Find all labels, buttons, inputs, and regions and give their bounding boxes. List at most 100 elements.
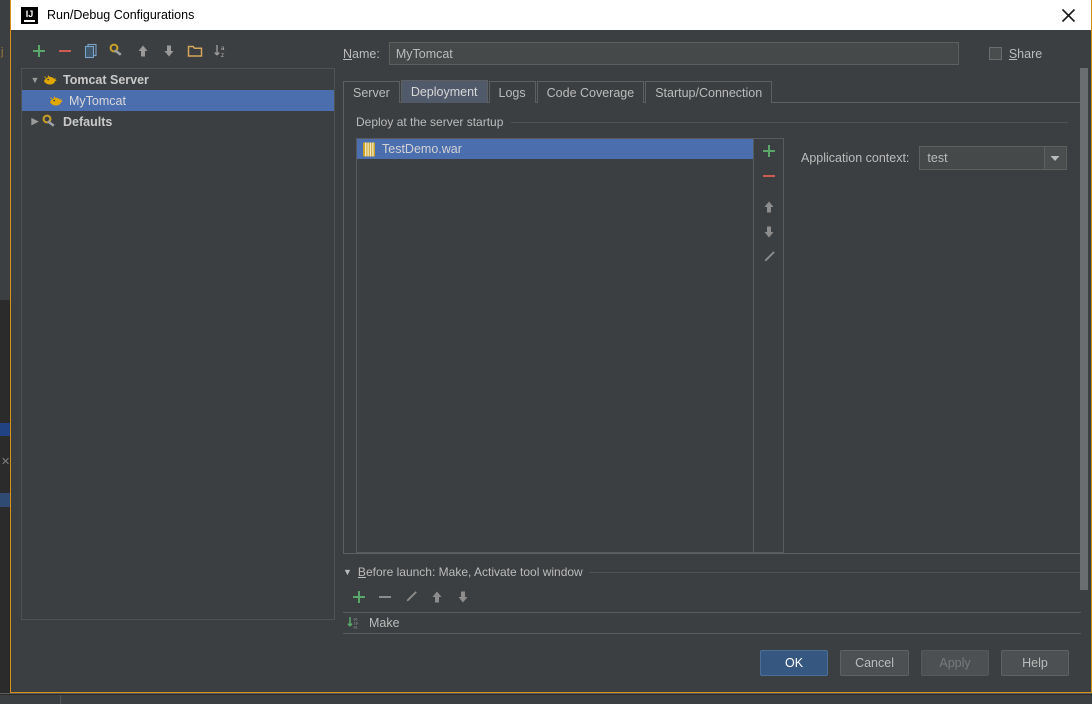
deployment-area: TestDemo.war Application context: test (356, 138, 1068, 553)
artifacts-toolbar (754, 138, 784, 553)
ide-status-bar-separator (60, 695, 61, 704)
ide-status-bar-divider (0, 693, 1092, 694)
apply-button: Apply (921, 650, 989, 676)
name-label: Name: (343, 47, 380, 61)
minus-icon[interactable] (377, 589, 393, 605)
scrollbar-thumb[interactable] (1080, 68, 1088, 590)
tree-item-tomcat-server[interactable]: ▼ Tomcat Server (22, 69, 334, 90)
sort-az-icon[interactable]: a z (213, 43, 229, 59)
before-launch-tasks-list[interactable]: 01 10 01 Make (343, 612, 1081, 634)
tab-logs[interactable]: Logs (488, 81, 536, 103)
arrow-down-icon[interactable] (455, 589, 471, 605)
plus-icon[interactable] (761, 143, 777, 159)
dialog-body: a z ▼ Tomcat Server MyTomcat ▶ Defaults … (11, 30, 1091, 634)
artifacts-list[interactable]: TestDemo.war (356, 138, 754, 553)
tab-label: Deployment (410, 85, 478, 99)
close-icon[interactable] (1045, 0, 1091, 30)
chevron-down-icon[interactable] (1044, 147, 1066, 169)
arrow-up-icon[interactable] (429, 589, 445, 605)
tree-item-label: Tomcat Server (63, 72, 149, 87)
before-launch-mnemonic: B (357, 565, 366, 579)
help-button[interactable]: Help (1001, 650, 1069, 676)
share-label-mnemonic: S (1008, 46, 1018, 61)
application-context-label: Application context: (801, 151, 910, 165)
arrow-down-icon[interactable] (761, 224, 777, 240)
plus-icon[interactable] (351, 589, 367, 605)
tab-label: Startup/Connection (655, 85, 763, 100)
pencil-icon[interactable] (403, 589, 419, 605)
tab-server[interactable]: Server (343, 81, 400, 103)
tab-label: Logs (498, 85, 526, 100)
arrow-down-icon[interactable] (161, 43, 177, 59)
before-launch-header[interactable]: ▼ Before launch: Make, Activate tool win… (343, 564, 1081, 580)
minus-icon[interactable] (57, 43, 73, 59)
artifact-label: TestDemo.war (382, 142, 462, 156)
task-label: Make (369, 616, 400, 630)
before-launch-label: Before launch: Make, Activate tool windo… (358, 565, 583, 579)
tomcat-icon (44, 74, 57, 85)
name-label-mnemonic: N (343, 46, 353, 61)
deploy-group-label: Deploy at the server startup (356, 115, 504, 129)
before-launch-section: ▼ Before launch: Make, Activate tool win… (343, 564, 1081, 634)
configuration-settings-panel: Name: Share Server Deployment Logs Code … (335, 30, 1091, 634)
wrench-icon (42, 114, 55, 127)
war-archive-icon (363, 142, 375, 156)
before-launch-toolbar (343, 585, 1081, 609)
arrow-up-icon[interactable] (135, 43, 151, 59)
configurations-tree[interactable]: ▼ Tomcat Server MyTomcat ▶ Defaults (21, 68, 335, 620)
tab-label: Server (353, 85, 390, 100)
group-separator (511, 121, 1068, 123)
minus-icon[interactable] (761, 168, 777, 184)
copy-icon[interactable] (83, 43, 99, 59)
dialog-title-bar: IJ Run/Debug Configurations (11, 0, 1091, 30)
deploy-group-header: Deploy at the server startup (356, 114, 1068, 130)
tree-item-label: MyTomcat (69, 93, 126, 108)
plus-icon[interactable] (31, 43, 47, 59)
tomcat-icon (50, 95, 63, 106)
ok-button[interactable]: OK (760, 650, 829, 676)
ide-ghost-marker: ✕ (1, 456, 11, 468)
application-context-combobox[interactable]: test (919, 146, 1068, 170)
before-launch-rest: efore launch: Make, Activate tool window (365, 565, 583, 579)
cancel-button[interactable]: Cancel (840, 650, 909, 676)
application-context-row: Application context: test (801, 146, 1068, 170)
name-input[interactable] (388, 42, 959, 65)
list-item[interactable]: TestDemo.war (357, 139, 753, 159)
svg-text:01: 01 (354, 625, 358, 629)
run-debug-configurations-dialog: IJ Run/Debug Configurations a z ▼ Tomcat… (10, 0, 1092, 693)
name-row: Name: Share (343, 42, 1081, 65)
chevron-down-icon[interactable]: ▼ (28, 75, 42, 85)
intellij-logo-icon: IJ (21, 6, 38, 24)
configurations-toolbar: a z (21, 38, 335, 64)
dialog-title: Run/Debug Configurations (47, 8, 195, 22)
tab-startup-connection[interactable]: Startup/Connection (645, 81, 773, 103)
artifact-settings: Application context: test (784, 138, 1068, 553)
wrench-icon[interactable] (109, 43, 125, 59)
checkbox-box[interactable] (988, 47, 1002, 60)
group-separator (588, 571, 1081, 573)
tab-deployment[interactable]: Deployment (400, 80, 488, 103)
make-build-icon: 01 10 01 (347, 617, 358, 629)
tree-item-mytomcat[interactable]: MyTomcat (22, 90, 334, 111)
logo-text: IJ (25, 8, 34, 19)
tree-item-defaults[interactable]: ▶ Defaults (22, 111, 334, 132)
tab-label: Code Coverage (546, 85, 635, 100)
share-checkbox[interactable]: Share (988, 46, 1051, 61)
svg-text:z: z (221, 53, 224, 59)
tab-code-coverage[interactable]: Code Coverage (536, 81, 645, 103)
arrow-up-icon[interactable] (761, 199, 777, 215)
name-label-rest: ame: (352, 46, 380, 61)
dialog-footer: OK Cancel Apply Help (11, 634, 1091, 692)
folder-icon[interactable] (187, 43, 203, 59)
application-context-value: test (927, 151, 948, 165)
deployment-tab-panel: Deploy at the server startup TestDemo.wa… (343, 102, 1081, 554)
settings-tabs: Server Deployment Logs Code Coverage Sta… (343, 80, 1081, 103)
configurations-panel: a z ▼ Tomcat Server MyTomcat ▶ Defaults (11, 30, 335, 634)
tree-item-label: Defaults (63, 114, 113, 129)
pencil-icon[interactable] (761, 249, 777, 265)
settings-scrollbar[interactable] (1077, 61, 1090, 590)
chevron-down-icon[interactable]: ▼ (343, 567, 352, 577)
chevron-right-icon[interactable]: ▶ (28, 116, 42, 127)
ide-ghost-text: j (1, 46, 4, 58)
ide-status-bar (0, 695, 1092, 704)
